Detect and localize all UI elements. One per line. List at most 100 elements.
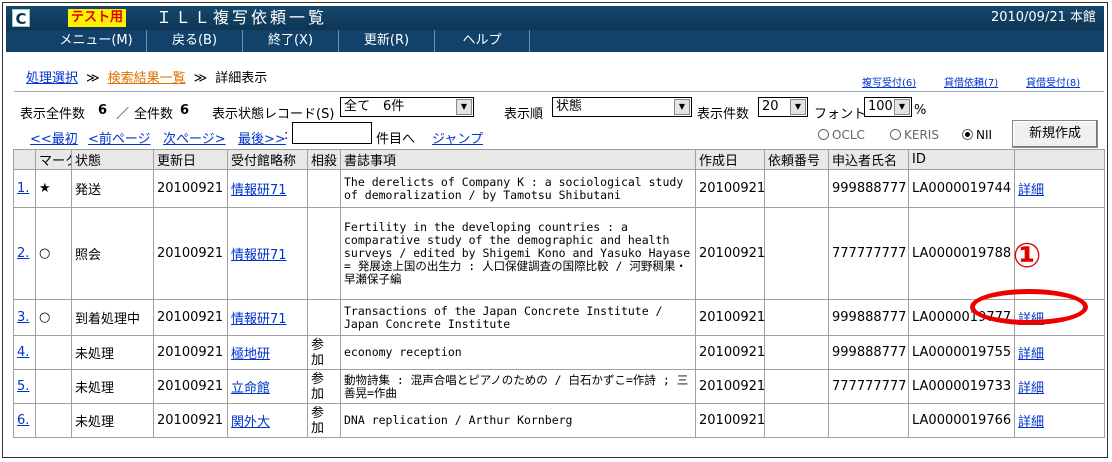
chevron-down-icon: ▼ xyxy=(894,99,910,115)
mark-cell: ○ xyxy=(35,207,72,300)
row-number-cell: 1. xyxy=(13,169,36,208)
col-header-bibliography[interactable]: 書誌事項 xyxy=(340,149,696,170)
prev-page-link[interactable]: <前ページ xyxy=(88,128,151,147)
offset-cell: 参加 xyxy=(311,337,325,368)
new-create-button[interactable]: 新規作成 xyxy=(1012,120,1098,148)
first-page-link[interactable]: <<最初 xyxy=(30,128,78,147)
library-link[interactable]: 立命館 xyxy=(231,381,270,396)
col-header-status[interactable]: 状態 xyxy=(71,149,154,170)
id-cell: LA0000019733 xyxy=(912,379,1012,394)
applicant-cell: 999888777 xyxy=(828,335,909,370)
link-copy-accept[interactable]: 複写受付(6) xyxy=(862,74,916,89)
row-number-link[interactable]: 3. xyxy=(17,310,29,325)
library-link[interactable]: 関外大 xyxy=(231,415,270,430)
table-row[interactable]: 1. ★ 発送 20100921 情報研71 The derelicts of Compa… xyxy=(13,169,1105,208)
status-cell: 未処理 xyxy=(71,403,154,438)
font-label: フォント xyxy=(814,107,867,122)
link-loan-accept[interactable]: 貸借受付(8) xyxy=(1026,74,1080,89)
col-header-applicant[interactable]: 申込者氏名 xyxy=(828,149,909,170)
radio-keris[interactable]: KERIS xyxy=(890,128,939,142)
created-date-cell: 20100921 xyxy=(699,345,765,360)
id-cell: LA0000019744 xyxy=(908,169,1015,208)
menu-item-menu[interactable]: メニュー(M) xyxy=(26,30,166,52)
table-row[interactable]: 6. 未処理 20100921 関外大 参加 DNA replication / Arth… xyxy=(13,403,1105,438)
library-link[interactable]: 極地研 xyxy=(231,347,270,362)
bibliography-cell: Transactions of the Japan Concrete Insti… xyxy=(340,299,696,336)
library-link[interactable]: 情報研71 xyxy=(231,312,287,327)
created-date-cell: 20100921 xyxy=(695,207,765,300)
menu-item-exit[interactable]: 終了(X) xyxy=(242,30,338,52)
detail-link[interactable]: 詳細 xyxy=(1018,415,1044,430)
col-header-created[interactable]: 作成日 xyxy=(695,149,765,170)
col-header-id[interactable]: ID xyxy=(908,149,1015,170)
library-link[interactable]: 情報研71 xyxy=(231,248,287,263)
row-number-link[interactable]: 6. xyxy=(17,413,29,428)
col-header-updated[interactable]: 更新日 xyxy=(153,149,228,170)
status-cell: 発送 xyxy=(75,183,102,198)
app-logo-icon: C xyxy=(12,9,30,28)
status-filter-select[interactable]: 全て 6件 ▼ xyxy=(340,97,474,117)
library-cell: 情報研71 xyxy=(227,169,308,208)
bibliography-cell: Transactions of the Japan Concrete Insti… xyxy=(344,303,663,331)
row-number-link[interactable]: 1. xyxy=(17,181,29,196)
offset-cell: 参加 xyxy=(311,371,325,402)
col-header-request-no[interactable]: 依頼番号 xyxy=(764,149,829,170)
sort-order-value: 状態 xyxy=(556,99,583,114)
detail-link[interactable]: 詳細 xyxy=(1018,347,1044,362)
updated-date-cell: 20100921 xyxy=(157,413,224,428)
sort-order-select[interactable]: 状態 ▼ xyxy=(552,97,692,117)
row-number-link[interactable]: 4. xyxy=(17,345,29,360)
request-number-cell xyxy=(764,207,829,300)
radio-nii[interactable]: NII xyxy=(962,128,992,142)
updated-date-cell: 20100921 xyxy=(157,345,224,360)
created-date-cell: 20100921 xyxy=(699,246,765,261)
request-number-cell xyxy=(764,403,829,438)
page-number-input[interactable] xyxy=(292,122,372,144)
display-count-select[interactable]: 20 ▼ xyxy=(758,97,808,117)
row-number-link[interactable]: 2. xyxy=(17,246,29,261)
mark-cell: ★ xyxy=(39,181,51,196)
radio-selected-icon xyxy=(962,129,973,140)
detail-link[interactable]: 詳細 xyxy=(1018,183,1044,198)
count-separator: ／ xyxy=(116,107,130,122)
updated-date-cell: 20100921 xyxy=(153,335,228,370)
radio-icon xyxy=(818,129,829,140)
status-filter-label: 表示状態レコード(S) xyxy=(212,107,335,122)
radio-oclc[interactable]: OCLC xyxy=(818,128,865,142)
col-header-offset[interactable]: 相殺 xyxy=(307,149,341,170)
breadcrumb-process-select[interactable]: 処理選択 xyxy=(26,71,78,86)
library-link[interactable]: 情報研71 xyxy=(231,183,287,198)
detail-cell: 詳細 xyxy=(1014,369,1105,404)
offset-cell: 参加 xyxy=(307,369,341,404)
breadcrumb-search-results[interactable]: 検索結果一覧 xyxy=(108,71,186,86)
row-number-cell: 2. xyxy=(13,207,36,300)
jump-link[interactable]: ジャンプ xyxy=(432,128,483,147)
menu-item-help[interactable]: ヘルプ xyxy=(434,30,530,52)
menu-item-back[interactable]: 戻る(B) xyxy=(146,30,242,52)
bibliography-cell: The derelicts of Company K : a sociologi… xyxy=(344,174,684,202)
table-row[interactable]: 4. 未処理 20100921 極地研 参加 economy reception 20100… xyxy=(13,335,1105,370)
last-page-link[interactable]: 最後>> xyxy=(238,128,286,147)
offset-cell xyxy=(307,207,341,300)
applicant-cell: 777777777 xyxy=(828,207,909,300)
table-row[interactable]: 2. ○ 照会 20100921 情報研71 Fertility in the devel… xyxy=(13,207,1105,300)
id-cell: LA0000019733 xyxy=(908,369,1015,404)
sort-order-label: 表示順 xyxy=(504,107,544,122)
bibliography-cell: Fertility in the developing countries : … xyxy=(340,207,696,300)
link-loan-request[interactable]: 貸借依頼(7) xyxy=(944,74,998,89)
table-row[interactable]: 5. 未処理 20100921 立命館 参加 動物詩集 : 混声合唱とピアノのための / … xyxy=(13,369,1105,404)
library-cell: 情報研71 xyxy=(227,299,308,336)
applicant-cell: 777777777 xyxy=(832,246,907,261)
menu-item-refresh[interactable]: 更新(R) xyxy=(338,30,434,52)
col-header-mark[interactable]: マーク xyxy=(35,149,72,170)
col-header-library[interactable]: 受付館略称 xyxy=(227,149,308,170)
font-size-select[interactable]: 100 ▼ xyxy=(864,97,912,117)
request-number-cell xyxy=(764,299,829,336)
table-row[interactable]: 3. ○ 到着処理中 20100921 情報研71 Transactions of the… xyxy=(13,299,1105,336)
library-cell: 関外大 xyxy=(227,403,308,438)
detail-link[interactable]: 詳細 xyxy=(1018,381,1044,396)
next-page-link[interactable]: 次ページ> xyxy=(163,128,226,147)
date-library-info: 2010/09/21 本館 xyxy=(990,10,1096,25)
applicant-cell: 999888777 xyxy=(828,169,909,208)
row-number-link[interactable]: 5. xyxy=(17,379,29,394)
